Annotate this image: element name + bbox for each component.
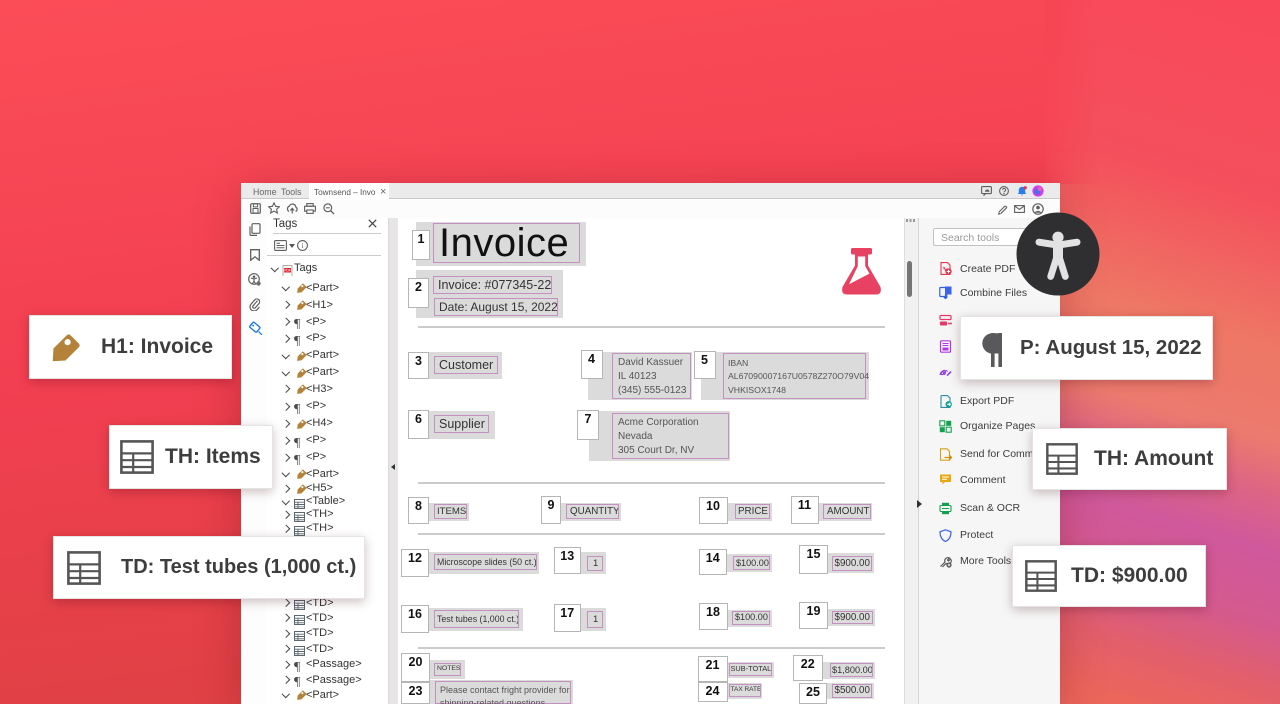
svg-text:i: i xyxy=(301,241,303,250)
svg-text:PDF: PDF xyxy=(284,268,291,272)
